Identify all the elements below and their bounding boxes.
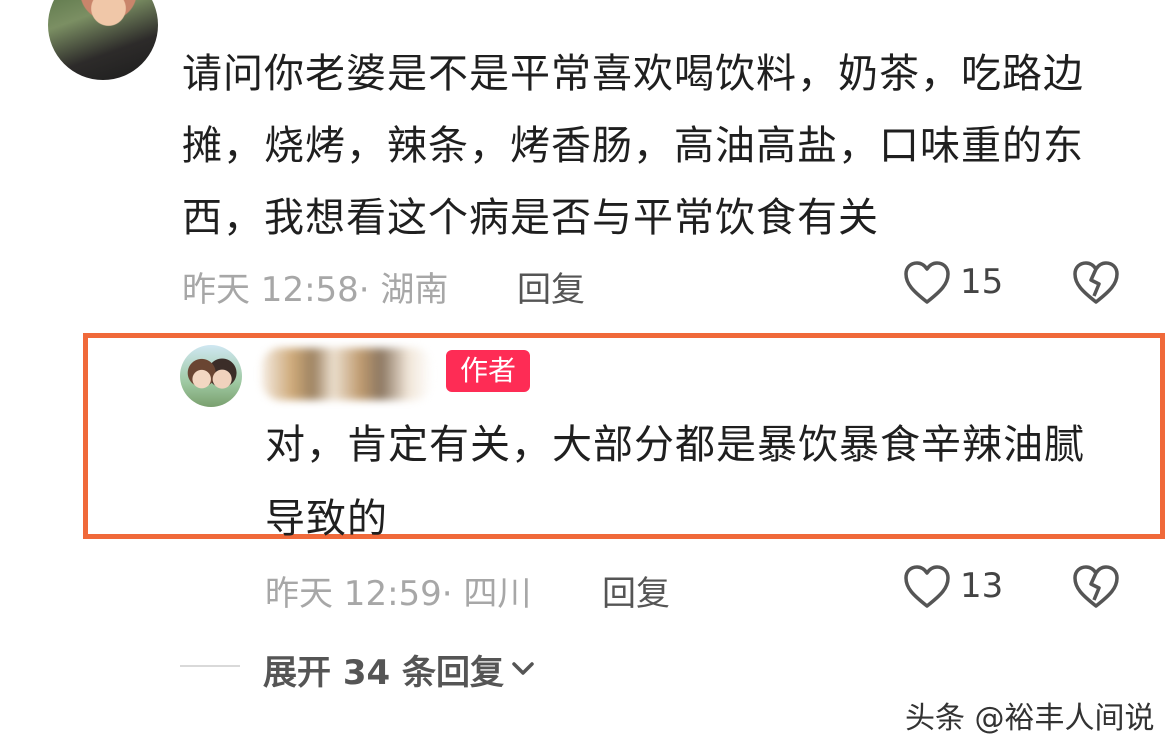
expand-divider bbox=[180, 665, 240, 667]
commenter-avatar[interactable] bbox=[48, 0, 158, 80]
like-count-2: 13 bbox=[960, 566, 1004, 606]
author-avatar[interactable] bbox=[180, 345, 242, 407]
reply-button[interactable]: 回复 bbox=[517, 262, 585, 311]
dislike-broken-heart-icon-2[interactable] bbox=[1072, 564, 1120, 610]
like-heart-icon-2[interactable] bbox=[903, 564, 951, 610]
dislike-broken-heart-icon[interactable] bbox=[1072, 260, 1120, 306]
comment-meta: 昨天 12:58· 湖南 bbox=[182, 270, 449, 310]
expand-label: 展开 34 条回复 bbox=[263, 653, 504, 693]
like-heart-icon[interactable] bbox=[903, 260, 951, 306]
author-reply-text: 对，肯定有关，大部分都是暴饮暴食辛辣油腻导致的 bbox=[265, 422, 1085, 542]
watermark: 头条 @裕丰人间说 bbox=[905, 701, 1155, 736]
blurred-username[interactable] bbox=[262, 348, 432, 400]
like-count: 15 bbox=[960, 262, 1004, 302]
chevron-down-icon bbox=[510, 658, 536, 682]
author-badge: 作者 bbox=[446, 350, 530, 392]
reply-meta: 昨天 12:59· 四川 bbox=[265, 574, 532, 614]
reply-button-2[interactable]: 回复 bbox=[602, 566, 670, 615]
expand-replies-button[interactable]: 展开 34 条回复 bbox=[263, 645, 536, 694]
comment-text: 请问你老婆是不是平常喜欢喝饮料，奶茶，吃路边摊，烧烤，辣条，烤香肠，高油高盐，口… bbox=[182, 51, 1084, 241]
